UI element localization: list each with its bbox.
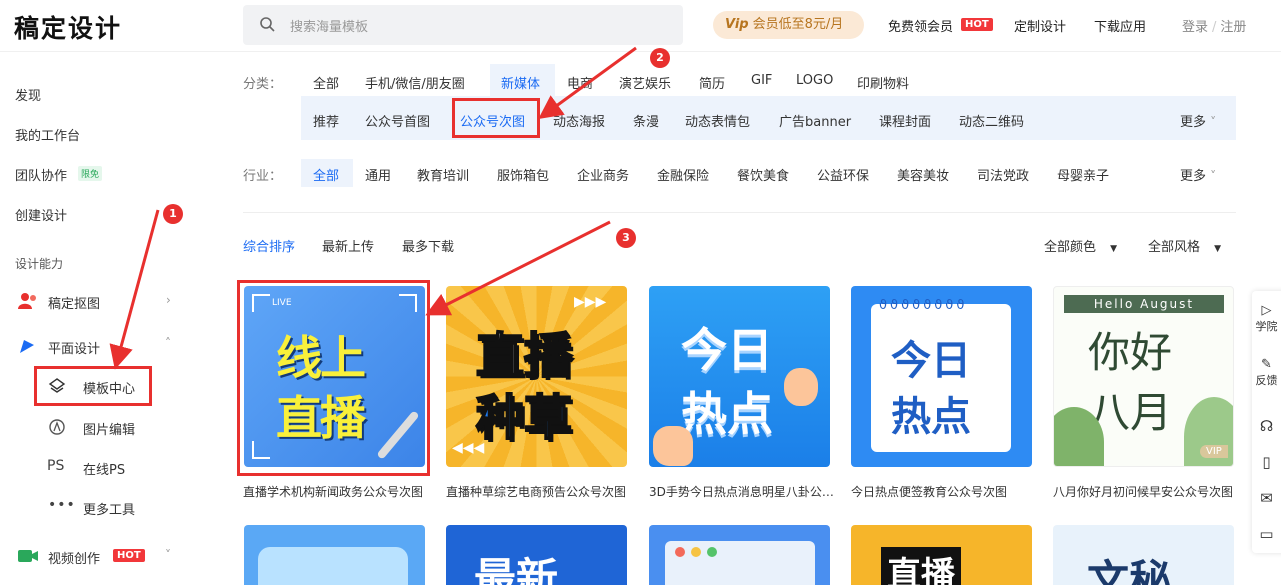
phone-icon[interactable]: ▯ — [1252, 453, 1281, 471]
headset-icon[interactable]: ☊ — [1252, 417, 1281, 435]
annotation-badge-1: 1 — [163, 204, 183, 224]
academy-button[interactable]: ▷ 学院 — [1252, 303, 1281, 334]
message-icon[interactable]: ▭ — [1252, 525, 1281, 543]
academy-label: 学院 — [1255, 320, 1278, 333]
annotation-arrows — [109, 46, 637, 370]
feedback-button[interactable]: ✎ 反馈 — [1252, 357, 1281, 388]
edit-icon: ✎ — [1261, 357, 1272, 372]
annotation-badge-2: 2 — [650, 48, 670, 68]
annotation-badge-3: 3 — [616, 228, 636, 248]
right-toolbar: ▷ 学院 ✎ 反馈 ☊ ▯ ✉ ▭ — [1252, 291, 1281, 553]
play-icon: ▷ — [1261, 303, 1272, 318]
mail-icon[interactable]: ✉ — [1252, 489, 1281, 507]
feedback-label: 反馈 — [1255, 374, 1278, 387]
